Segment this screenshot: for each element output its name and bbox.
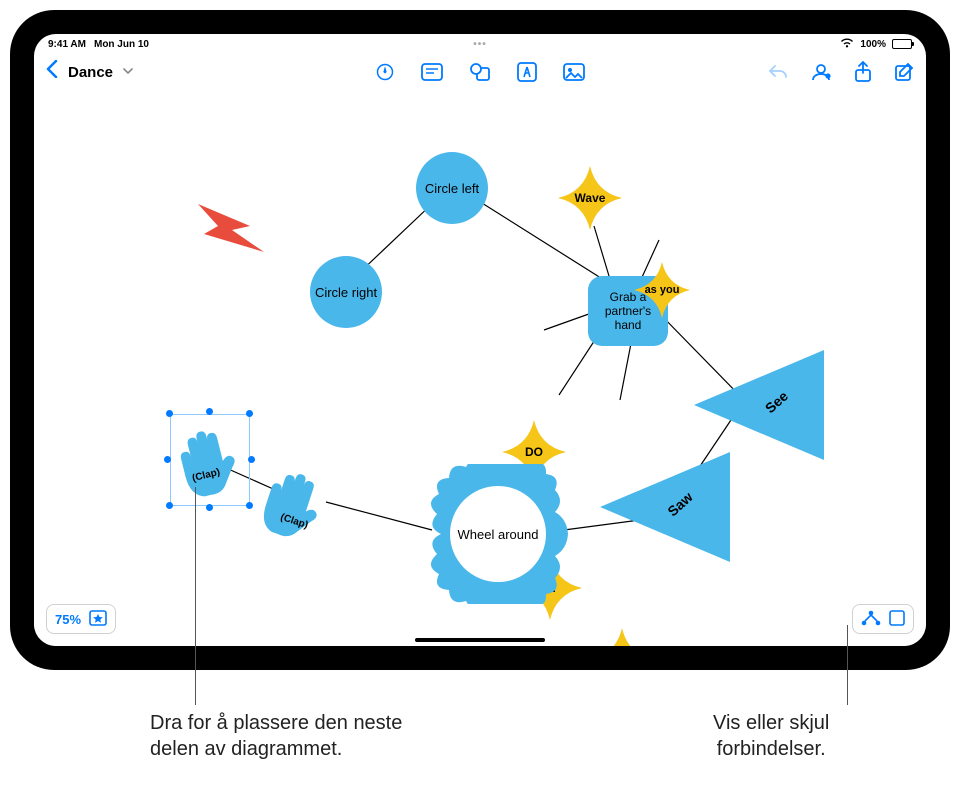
arrow-sticker[interactable]	[194, 200, 272, 261]
callout-text: delen av diagrammet.	[150, 736, 402, 762]
node-star-do2[interactable]: DO	[590, 628, 654, 646]
node-circle-right[interactable]: Circle right	[310, 256, 382, 328]
selection-handle[interactable]	[166, 502, 173, 509]
callout-text: Vis eller skjul	[713, 710, 829, 736]
node-label: as you	[634, 262, 690, 318]
node-label: Circle right	[315, 285, 377, 300]
selection-handle[interactable]	[248, 456, 255, 463]
diagram-tools-pill	[852, 604, 914, 634]
selection-handle[interactable]	[166, 410, 173, 417]
battery-percent: 100%	[860, 39, 886, 50]
selection-handle[interactable]	[206, 408, 213, 415]
canvas[interactable]: Circle left Circle right Grab a partner'…	[34, 90, 926, 646]
pen-tool-icon[interactable]	[375, 62, 395, 82]
undo-icon[interactable]	[768, 63, 788, 81]
wifi-icon	[840, 38, 854, 51]
selection-handle[interactable]	[246, 410, 253, 417]
zoom-pill[interactable]: 75%	[46, 604, 116, 634]
node-star-asyou[interactable]: as you	[634, 262, 690, 318]
battery-icon	[892, 39, 912, 49]
document-menu-chevron-icon[interactable]	[123, 66, 133, 78]
ipad-frame: 9:41 AM Mon Jun 10 ••• 100% Dance	[10, 10, 950, 670]
node-label: DO	[590, 628, 654, 646]
callout-drag: Dra for å plassere den neste delen av di…	[150, 710, 402, 762]
home-indicator[interactable]	[415, 638, 545, 642]
node-triangle-see[interactable]: See	[694, 350, 824, 463]
selection-handle[interactable]	[246, 502, 253, 509]
screen: 9:41 AM Mon Jun 10 ••• 100% Dance	[34, 34, 926, 646]
node-label: Wave	[558, 166, 622, 230]
node-star-wave[interactable]: Wave	[558, 166, 622, 230]
node-hand-clap2[interactable]: (Clap)	[258, 460, 334, 551]
multitask-dots[interactable]: •••	[473, 39, 487, 50]
callout-text: Dra for å plassere den neste	[150, 710, 402, 736]
callout-text: forbindelser.	[713, 736, 829, 762]
node-triangle-saw[interactable]: Saw	[600, 452, 730, 565]
status-bar: 9:41 AM Mon Jun 10 ••• 100%	[34, 34, 926, 54]
shapes-tool-icon[interactable]	[469, 62, 491, 82]
toolbar: Dance	[34, 54, 926, 90]
note-tool-icon[interactable]	[421, 62, 443, 82]
connections-toggle-icon[interactable]	[861, 610, 881, 629]
text-tool-icon[interactable]	[517, 62, 537, 82]
media-tool-icon[interactable]	[563, 62, 585, 82]
selection-box	[170, 414, 250, 506]
status-date: Mon Jun 10	[94, 39, 149, 50]
shape-library-icon[interactable]	[89, 610, 107, 629]
status-time: 9:41 AM	[48, 39, 86, 50]
selection-handle[interactable]	[164, 456, 171, 463]
zoom-level: 75%	[55, 612, 81, 627]
document-title[interactable]: Dance	[68, 64, 113, 81]
node-hand-clap1-selected[interactable]: (Clap)	[172, 416, 248, 507]
grid-toggle-icon[interactable]	[889, 610, 905, 629]
share-icon[interactable]	[854, 61, 872, 83]
compose-icon[interactable]	[894, 62, 914, 82]
back-button[interactable]	[46, 60, 58, 84]
node-label: Circle left	[425, 181, 479, 196]
selection-handle[interactable]	[206, 504, 213, 511]
callout-line	[195, 487, 196, 705]
callout-line	[847, 625, 848, 705]
node-label: Wheel around	[458, 527, 539, 542]
callout-connections: Vis eller skjul forbindelser.	[713, 710, 829, 762]
collaborate-icon[interactable]	[810, 62, 832, 82]
node-wheel-around[interactable]: Wheel around	[428, 464, 568, 604]
node-circle-left[interactable]: Circle left	[416, 152, 488, 224]
